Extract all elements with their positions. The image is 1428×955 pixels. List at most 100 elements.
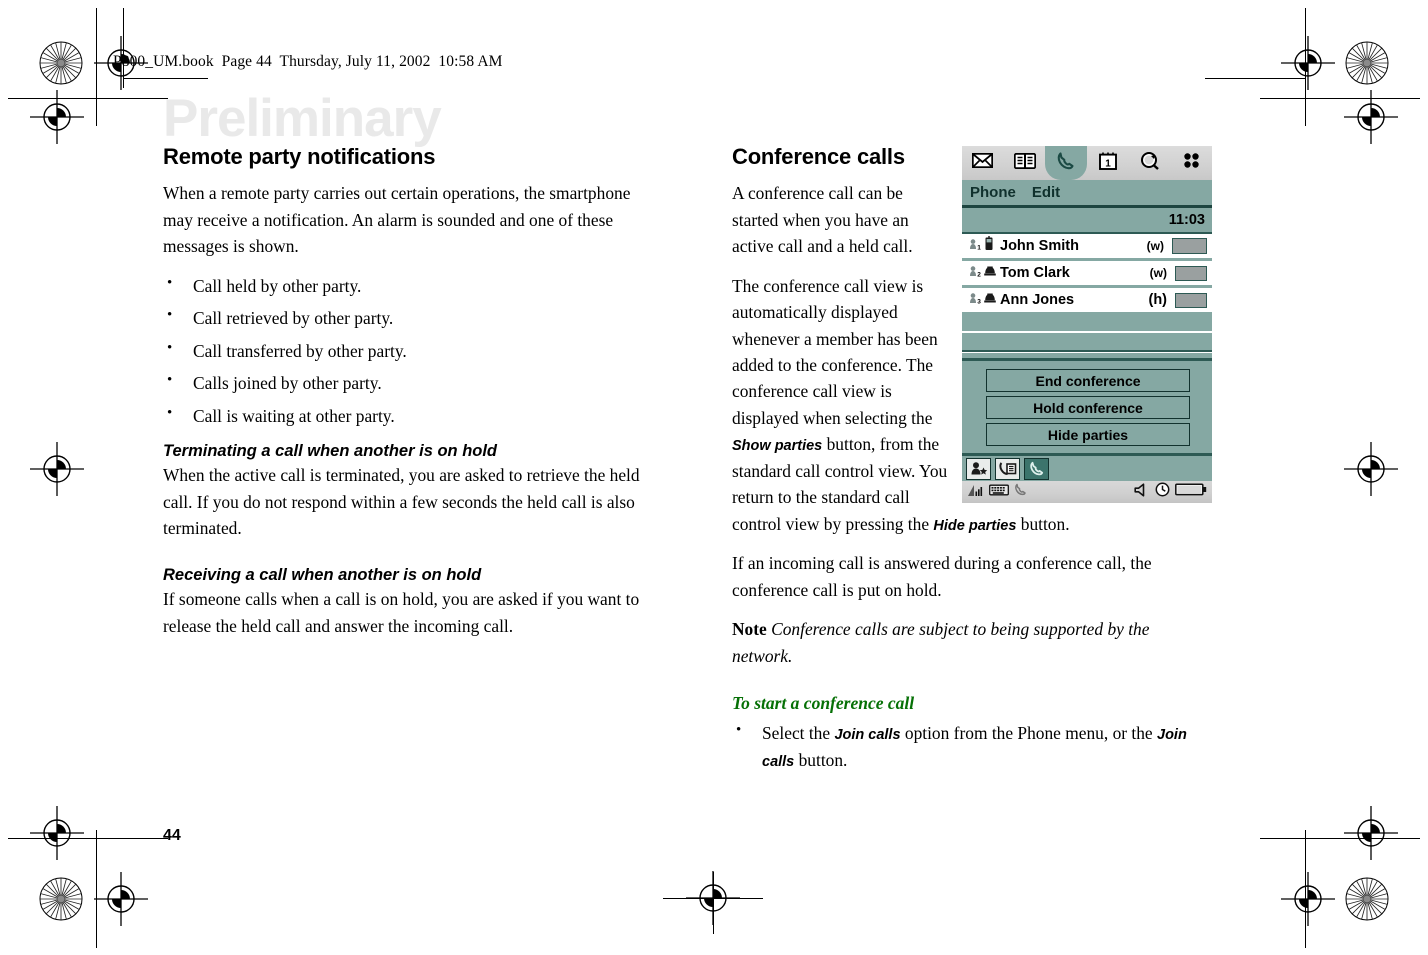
signal-bars-icon <box>967 483 984 502</box>
svg-text:1: 1 <box>977 244 981 251</box>
participant-tag: (w) <box>1146 239 1164 253</box>
tab-messages[interactable] <box>962 146 1004 180</box>
participant-status-box <box>1175 265 1207 281</box>
show-parties-reference: Show parties <box>732 438 823 455</box>
hold-conference-button[interactable]: Hold conference <box>986 396 1190 419</box>
registration-crosshair <box>94 872 148 926</box>
text-run: button. <box>1016 513 1070 534</box>
text-run: The conference call view is automaticall… <box>732 275 938 428</box>
menu-phone[interactable]: Phone <box>970 184 1016 201</box>
registration-crosshair <box>1281 872 1335 926</box>
participant-status-box <box>1172 238 1207 254</box>
preliminary-watermark: Preliminary <box>163 89 442 148</box>
device-clock: 11:03 <box>962 208 1212 234</box>
paragraph-receiving-call: If someone calls when a call is on hold,… <box>163 589 640 636</box>
tab-apps[interactable] <box>1170 146 1212 180</box>
device-tab-bar: 1 <box>962 146 1212 180</box>
book-icon <box>1013 152 1036 174</box>
table-row[interactable]: 2 Tom Clark (w) <box>962 261 1212 288</box>
clock-icon[interactable] <box>1155 482 1170 502</box>
paragraph-incoming-call: If an incoming call is answered during a… <box>732 553 1152 600</box>
registration-crosshair <box>686 871 740 925</box>
registration-crosshair <box>30 442 84 496</box>
list-item: Call held by other party. <box>163 272 653 300</box>
handset-small-icon <box>1014 483 1027 501</box>
task-heading-start-conference: To start a conference call <box>732 693 915 713</box>
paragraph-terminating-call: When the active call is terminated, you … <box>163 465 640 539</box>
participant-number-icon: 3 <box>966 291 983 310</box>
participant-name: Ann Jones <box>1000 292 1075 308</box>
magnifier-icon <box>1140 151 1159 175</box>
desk-phone-icon <box>983 264 998 282</box>
participant-tag: (w) <box>1149 266 1167 280</box>
tab-contacts[interactable] <box>1004 146 1046 180</box>
note-label: Note <box>732 619 767 640</box>
table-row[interactable]: 1 John Smith (w) <box>962 234 1212 261</box>
conference-button-group: End conference Hold conference Hide part… <box>962 361 1212 456</box>
list-item: Call retrieved by other party. <box>163 304 653 332</box>
page-number: 44 <box>163 827 181 844</box>
svg-text:3: 3 <box>977 298 981 305</box>
tab-calendar[interactable]: 1 <box>1087 146 1129 180</box>
list-item: Select the Join calls option from the Ph… <box>732 719 1214 774</box>
participant-name: John Smith <box>1000 238 1079 254</box>
registration-crosshair <box>30 806 84 860</box>
new-contact-icon[interactable] <box>966 457 991 480</box>
empty-slot <box>962 315 1212 333</box>
notification-bullet-list: Call held by other party. Call retrieved… <box>163 272 653 430</box>
registration-rosette <box>1344 876 1390 922</box>
participant-number-icon: 1 <box>966 237 983 256</box>
text-run: option from the Phone menu, or the <box>900 723 1158 743</box>
paragraph-note: Note Conference calls are subject to bei… <box>732 616 1214 669</box>
registration-crosshair <box>1344 90 1398 144</box>
note-body: Conference calls are subject to being su… <box>732 619 1150 666</box>
list-item: Call is waiting at other party. <box>163 402 653 430</box>
hide-parties-reference: Hide parties <box>933 517 1017 534</box>
menu-edit[interactable]: Edit <box>1032 184 1060 201</box>
p800-phone-screen: 1 Phone Edit 11:03 1 John Smith (w) 2 To… <box>962 146 1212 503</box>
text-run: Select the <box>762 723 835 743</box>
registration-crosshair <box>1344 806 1398 860</box>
participant-name: Tom Clark <box>1000 265 1070 281</box>
desk-phone-icon <box>983 291 998 309</box>
device-menu-bar: Phone Edit <box>962 180 1212 208</box>
apps-grid-icon <box>1183 152 1200 174</box>
tab-phone[interactable] <box>1045 146 1088 180</box>
device-app-bar <box>962 456 1212 481</box>
list-separator <box>962 352 1212 361</box>
tab-search[interactable] <box>1129 146 1171 180</box>
registration-crosshair <box>1281 36 1335 90</box>
call-log-icon[interactable] <box>995 457 1020 480</box>
phone-handset-icon <box>1056 151 1076 176</box>
mobile-phone-icon <box>983 236 998 256</box>
registration-rosette <box>1344 40 1390 86</box>
end-conference-button[interactable]: End conference <box>986 369 1190 392</box>
table-row[interactable]: 3 Ann Jones (h) <box>962 288 1212 315</box>
device-status-bar <box>962 481 1212 503</box>
paragraph-intro: When a remote party carries out certain … <box>163 183 631 257</box>
participant-number-icon: 2 <box>966 264 983 283</box>
svg-text:2: 2 <box>977 271 981 278</box>
running-header: P800_UM.book Page 44 Thursday, July 11, … <box>113 53 503 70</box>
handset-icon[interactable] <box>1024 457 1049 480</box>
participant-status-box <box>1175 292 1207 308</box>
list-item: Call transferred by other party. <box>163 337 653 365</box>
registration-rosette <box>38 40 84 86</box>
left-column: Remote party notifications When a remote… <box>163 144 653 652</box>
battery-icon <box>1175 483 1207 501</box>
keyboard-icon[interactable] <box>989 483 1009 501</box>
subheading-terminating-call: Terminating a call when another is on ho… <box>163 441 498 460</box>
text-run: button. <box>794 749 848 770</box>
subheading-receiving-call: Receiving a call when another is on hold <box>163 565 482 584</box>
device-screenshot-figure: 1 Phone Edit 11:03 1 John Smith (w) 2 To… <box>962 146 1214 503</box>
empty-slot <box>962 333 1212 352</box>
hide-parties-button[interactable]: Hide parties <box>986 423 1190 446</box>
participant-tag: (h) <box>1148 292 1167 308</box>
task-bullet-list: Select the Join calls option from the Ph… <box>732 719 1214 774</box>
speaker-icon[interactable] <box>1134 482 1150 502</box>
calendar-icon: 1 <box>1098 152 1117 175</box>
right-column: 1 Phone Edit 11:03 1 John Smith (w) 2 To… <box>732 144 1214 786</box>
join-calls-option-reference: Join calls <box>834 727 901 743</box>
list-item: Calls joined by other party. <box>163 369 653 397</box>
envelope-icon <box>972 152 994 173</box>
